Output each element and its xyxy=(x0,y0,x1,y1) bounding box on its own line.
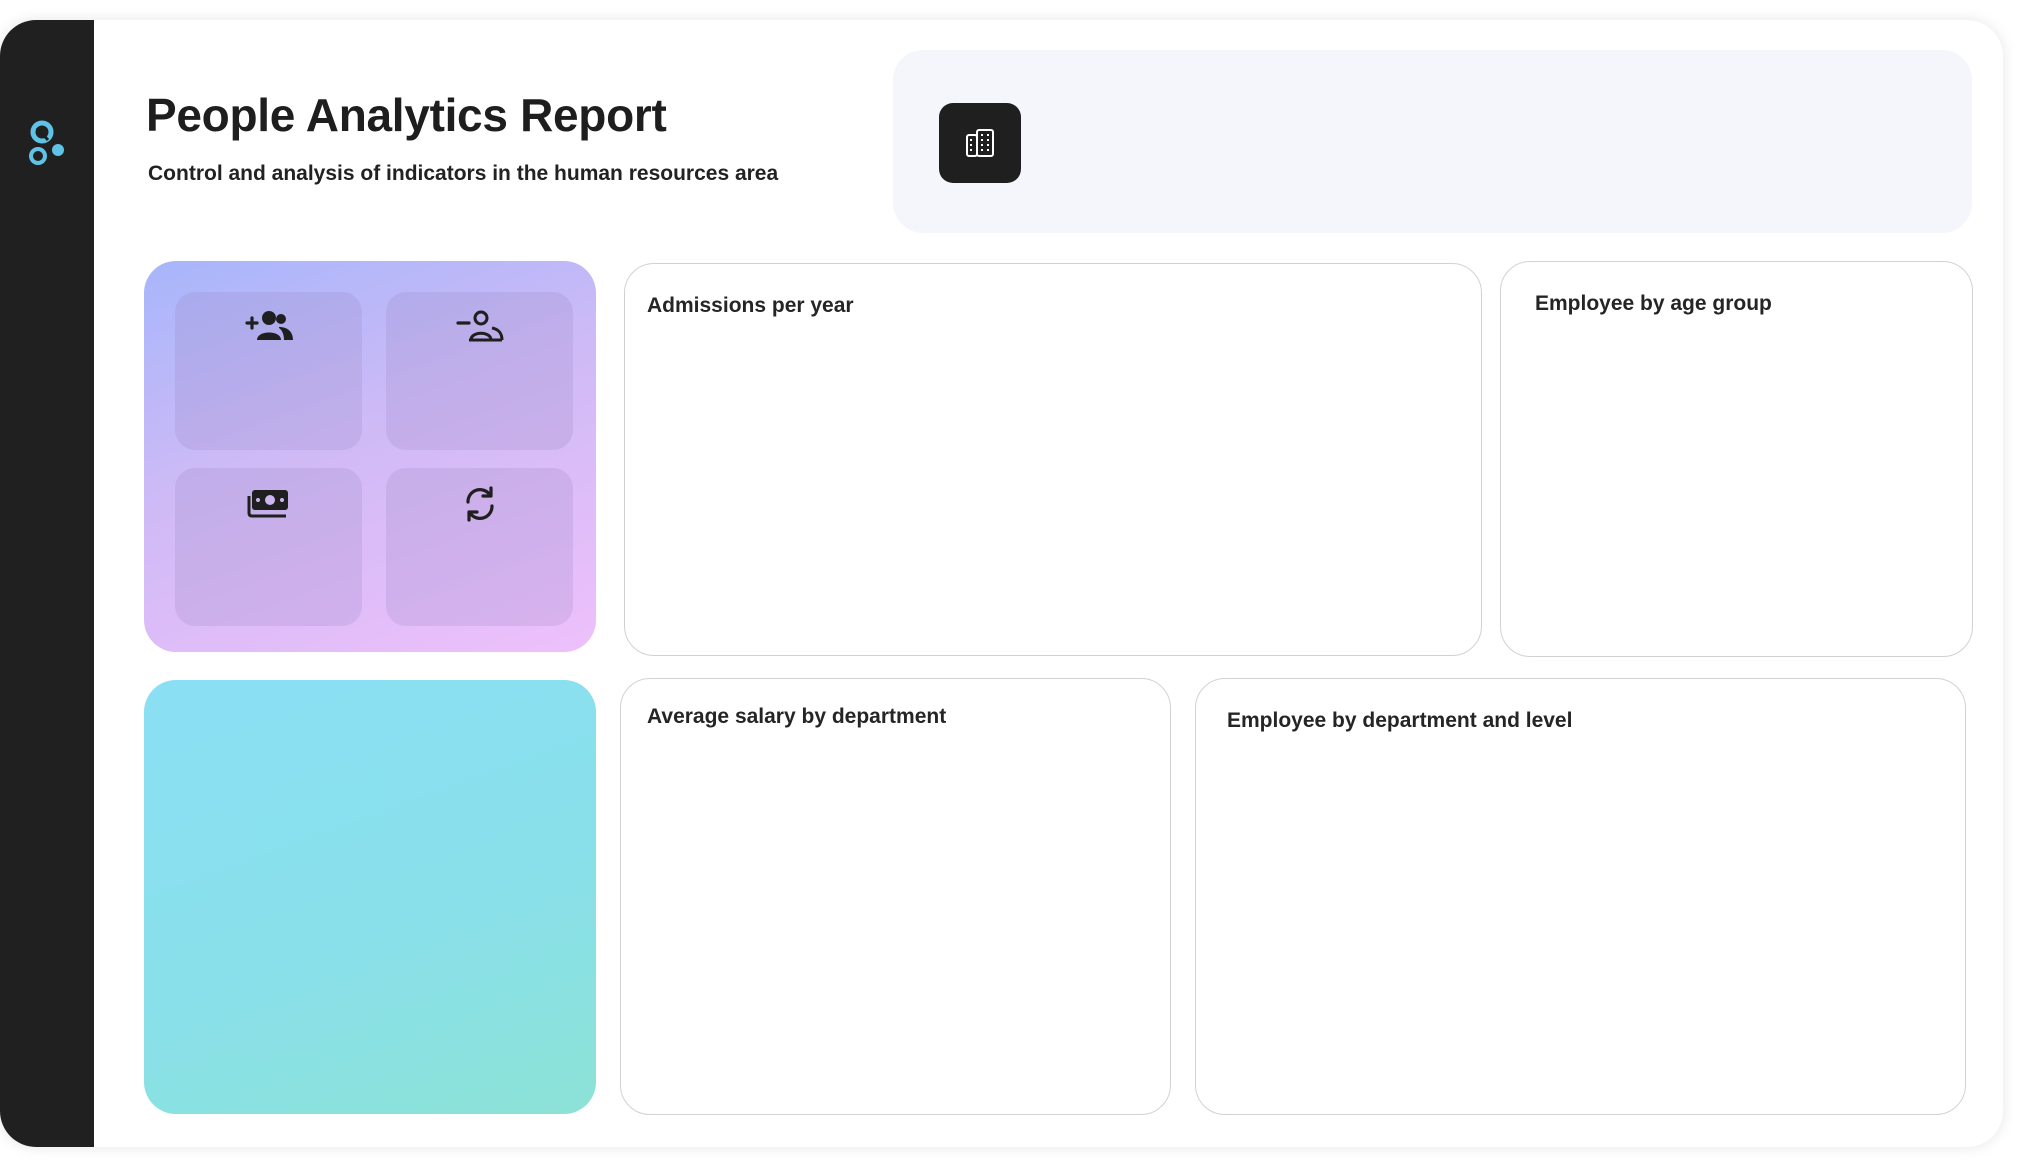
add-user-icon xyxy=(244,311,293,340)
kpi-tile-admissions xyxy=(175,292,362,450)
salary-chart-card: Average salary by department xyxy=(620,678,1171,1115)
app-logo-icon[interactable] xyxy=(28,120,68,168)
salary-chart-title: Average salary by department xyxy=(647,705,947,728)
age-group-chart-title: Employee by age group xyxy=(1535,292,1772,315)
admissions-chart-card: Admissions per year xyxy=(624,263,1482,656)
money-icon xyxy=(247,490,288,518)
age-group-chart-card: Employee by age group xyxy=(1500,261,1973,657)
page-title: People Analytics Report xyxy=(146,89,667,141)
filter-button[interactable] xyxy=(939,103,1021,183)
kpi-panel xyxy=(144,261,596,652)
dept-level-chart-title: Employee by department and level xyxy=(1227,709,1573,732)
sidebar xyxy=(0,20,94,1147)
filter-panel xyxy=(893,50,1972,233)
refresh-icon xyxy=(465,486,494,522)
kpi-tile-dismissals xyxy=(386,292,573,450)
highlight-panel xyxy=(144,680,596,1114)
kpi-tile-turnover xyxy=(386,468,573,626)
kpi-tile-salary xyxy=(175,468,362,626)
page-subtitle: Control and analysis of indicators in th… xyxy=(148,162,779,185)
building-icon xyxy=(966,129,994,157)
admissions-chart-title: Admissions per year xyxy=(647,294,854,317)
dept-level-chart-card: Employee by department and level xyxy=(1195,678,1966,1115)
remove-user-icon xyxy=(455,310,503,342)
